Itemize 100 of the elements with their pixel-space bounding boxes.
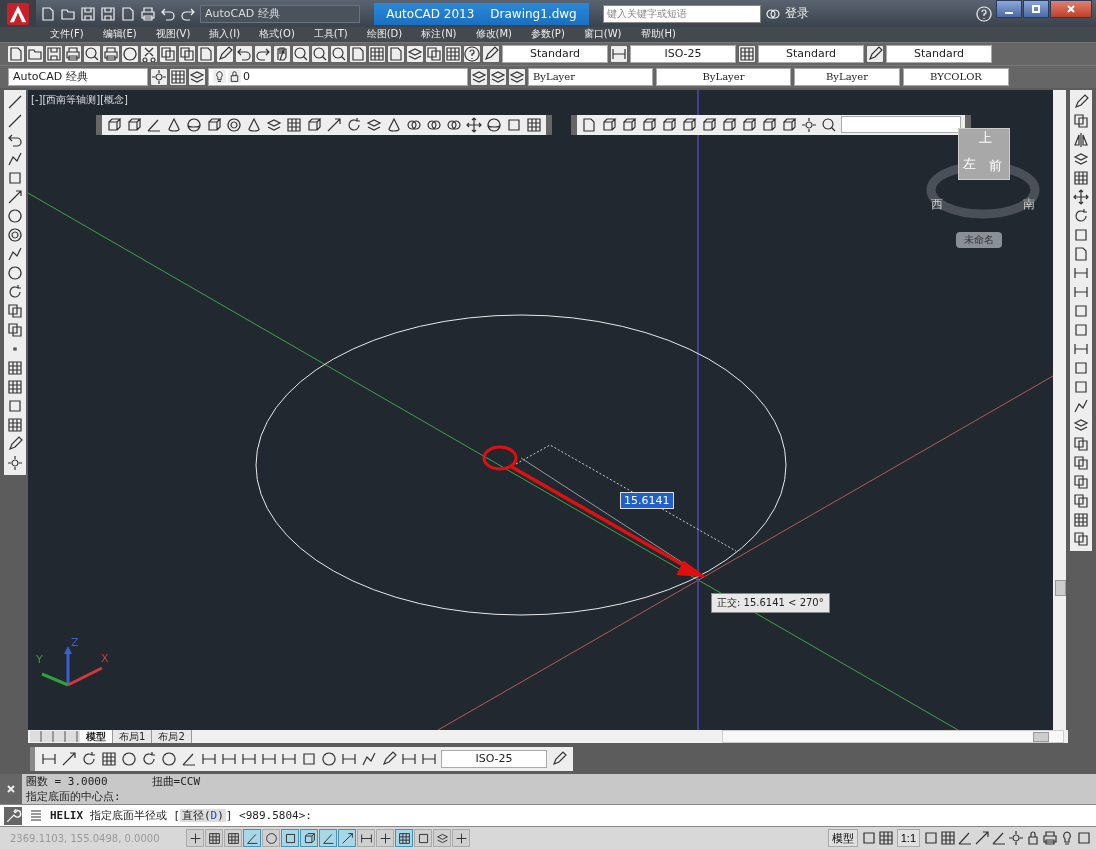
page-icon[interactable] <box>350 45 366 62</box>
print-icon[interactable] <box>1042 830 1058 847</box>
undo-icon[interactable] <box>236 45 252 62</box>
square-icon[interactable] <box>7 397 23 414</box>
copy-icon[interactable] <box>1073 492 1089 509</box>
save-icon[interactable] <box>46 45 62 62</box>
lock-icon[interactable] <box>1025 830 1041 847</box>
grid-icon[interactable] <box>445 45 461 62</box>
layers-icon[interactable] <box>407 45 423 62</box>
helix-icon[interactable] <box>28 807 44 824</box>
arrow-icon[interactable] <box>61 751 77 768</box>
menu-item[interactable]: 帮助(H) <box>640 27 676 42</box>
arrow-icon[interactable] <box>326 116 342 133</box>
dynamic-input-field[interactable]: 15.6141 <box>620 491 674 509</box>
cube-icon[interactable] <box>681 116 697 133</box>
move-icon[interactable] <box>1073 188 1089 205</box>
pen-icon[interactable] <box>7 435 23 452</box>
polyline-icon[interactable] <box>7 150 23 167</box>
search-field[interactable]: 键入关键字或短语 <box>603 4 761 23</box>
lineweight-dropdown[interactable]: ByLayer <box>794 67 900 86</box>
compass-label[interactable]: 南 <box>1023 195 1035 213</box>
save-icon[interactable] <box>100 5 116 22</box>
torus-icon[interactable] <box>226 116 242 133</box>
pen-icon[interactable] <box>551 751 567 768</box>
cube-icon[interactable] <box>601 116 617 133</box>
page-icon[interactable] <box>198 45 214 62</box>
menu-item[interactable]: 文件(F) <box>50 27 84 42</box>
workspace-dropdown[interactable]: AutoCAD 经典 <box>8 67 148 86</box>
grid-icon[interactable] <box>101 751 117 768</box>
zoom-icon[interactable] <box>331 45 347 62</box>
print-icon[interactable] <box>140 5 156 22</box>
angle-icon[interactable] <box>957 830 973 847</box>
menu-item[interactable]: 视图(V) <box>155 27 191 42</box>
pen-icon[interactable] <box>483 45 499 62</box>
dim-toggle[interactable] <box>357 829 375 848</box>
square-toggle[interactable] <box>281 829 299 848</box>
grid-toggle[interactable] <box>395 829 413 848</box>
pen-icon[interactable] <box>1073 93 1089 110</box>
page-icon[interactable] <box>8 45 24 62</box>
plus-toggle[interactable] <box>186 829 204 848</box>
grid-toggle[interactable] <box>205 829 223 848</box>
polyline-icon[interactable] <box>1073 397 1089 414</box>
layers-icon[interactable] <box>509 68 525 85</box>
grid-icon[interactable] <box>1073 511 1089 528</box>
wrench-icon[interactable] <box>4 806 22 825</box>
pen-icon[interactable] <box>867 45 883 62</box>
folder-icon[interactable] <box>27 45 43 62</box>
print-icon[interactable] <box>65 45 81 62</box>
rotate-icon[interactable] <box>346 116 362 133</box>
grid-icon[interactable] <box>369 45 385 62</box>
close-button[interactable] <box>1050 0 1092 18</box>
zoom-icon[interactable] <box>293 45 309 62</box>
cube-icon[interactable] <box>661 116 677 133</box>
pen-icon[interactable] <box>381 751 397 768</box>
cube-toggle[interactable] <box>300 829 318 848</box>
grid-icon[interactable] <box>1073 169 1089 186</box>
grid-toggle[interactable] <box>224 829 242 848</box>
grid-icon[interactable] <box>170 68 186 85</box>
arrow-toggle[interactable] <box>338 829 356 848</box>
square-icon[interactable] <box>860 830 877 847</box>
dim-style-dropdown[interactable]: ISO-25 <box>441 750 547 769</box>
cube-icon[interactable] <box>206 116 222 133</box>
copy-icon[interactable] <box>179 45 195 62</box>
table-icon[interactable] <box>739 45 755 62</box>
sign-in-link[interactable]: 登录 <box>785 5 809 22</box>
copy-icon[interactable] <box>1073 112 1089 129</box>
copy-icon[interactable] <box>1073 530 1089 547</box>
ucs-menu-button[interactable]: 未命名 <box>956 231 1002 248</box>
move-icon[interactable] <box>466 116 482 133</box>
table-style-dropdown[interactable]: Standard <box>758 44 864 63</box>
cube-icon[interactable] <box>306 116 322 133</box>
help-icon[interactable] <box>464 45 480 62</box>
cone-icon[interactable] <box>386 116 402 133</box>
pen-icon[interactable] <box>217 45 233 62</box>
plus-toggle[interactable] <box>376 829 394 848</box>
page-icon[interactable] <box>581 116 597 133</box>
grid-icon[interactable] <box>7 359 23 376</box>
restore-button[interactable] <box>1023 0 1049 18</box>
page-icon[interactable] <box>388 45 404 62</box>
grid-icon[interactable] <box>526 116 542 133</box>
cube-icon[interactable] <box>701 116 717 133</box>
circle-toggle[interactable] <box>262 829 280 848</box>
copy-icon[interactable] <box>7 321 23 338</box>
arrow-icon[interactable] <box>974 830 990 847</box>
cube-icon[interactable] <box>106 116 122 133</box>
mirror-icon[interactable] <box>1073 131 1089 148</box>
cube-icon[interactable] <box>721 116 737 133</box>
zoom-icon[interactable] <box>312 45 328 62</box>
menu-item[interactable]: 工具(T) <box>313 27 348 42</box>
page-icon[interactable] <box>40 5 56 22</box>
application-button[interactable] <box>0 0 36 27</box>
grid-icon[interactable] <box>7 378 23 395</box>
zoom-icon[interactable] <box>84 45 100 62</box>
square-icon[interactable] <box>1073 226 1089 243</box>
menu-item[interactable]: 参数(P) <box>530 27 565 42</box>
square-icon[interactable] <box>7 169 23 186</box>
menu-item[interactable]: 格式(O) <box>259 27 295 42</box>
plot-style-dropdown[interactable]: BYCOLOR <box>903 67 1009 86</box>
cube-icon[interactable] <box>741 116 757 133</box>
square-icon[interactable] <box>1073 359 1089 376</box>
